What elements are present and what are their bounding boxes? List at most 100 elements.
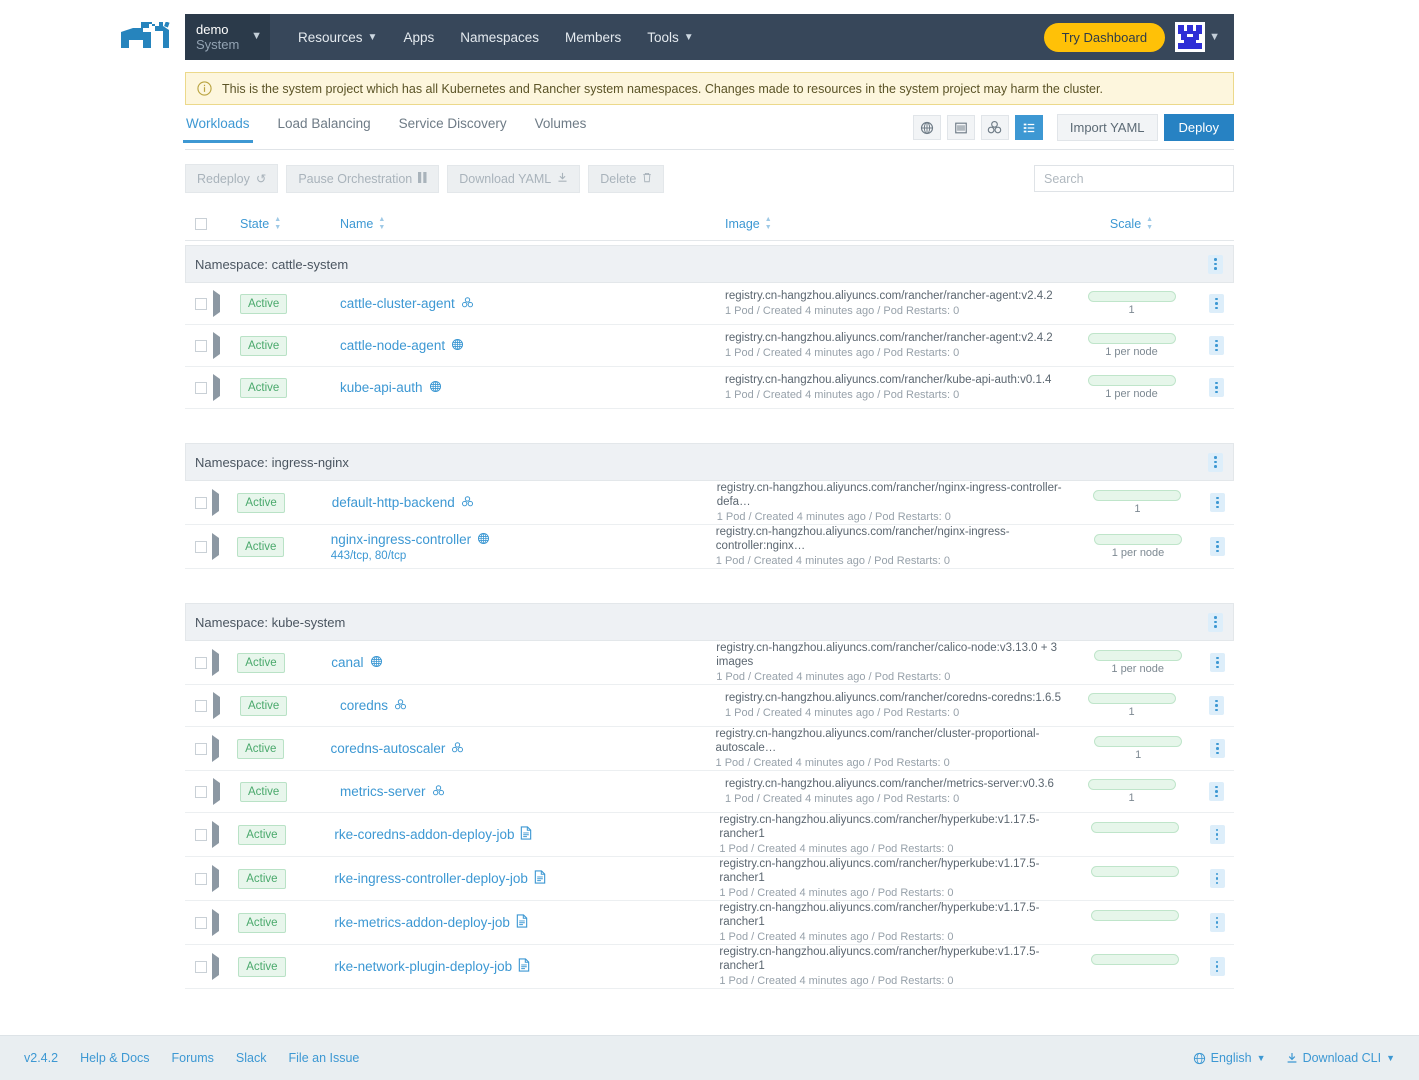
workload-name-link[interactable]: cattle-node-agent (340, 338, 725, 354)
column-header-scale[interactable]: Scale ▲▼ (1064, 216, 1199, 231)
workload-name-link[interactable]: cattle-cluster-agent (340, 296, 725, 312)
workload-name-link[interactable]: nginx-ingress-controller (331, 532, 716, 548)
delete-button[interactable]: Delete (588, 165, 664, 193)
pause-orchestration-button[interactable]: Pause Orchestration (286, 165, 439, 193)
language-selector[interactable]: English ▼ (1193, 1051, 1266, 1065)
table-row[interactable]: Activenginx-ingress-controller443/tcp, 8… (185, 525, 1234, 569)
row-actions-menu-button[interactable] (1210, 653, 1225, 672)
rancher-cow-logo[interactable] (115, 14, 179, 60)
row-actions-menu-button[interactable] (1210, 913, 1225, 932)
workload-name-link[interactable]: rke-coredns-addon-deploy-job (334, 826, 719, 843)
nav-item-namespaces[interactable]: Namespaces (460, 30, 539, 45)
row-actions-menu-button[interactable] (1209, 294, 1224, 313)
table-row[interactable]: Activecanalregistry.cn-hangzhou.aliyuncs… (185, 641, 1234, 685)
expand-row-icon[interactable] (213, 332, 220, 359)
row-actions-menu-button[interactable] (1210, 493, 1225, 512)
server-list-icon[interactable] (947, 115, 975, 140)
select-all-checkbox[interactable] (195, 218, 207, 230)
table-row[interactable]: Activecoredns-autoscalerregistry.cn-hang… (185, 727, 1234, 771)
row-checkbox[interactable] (195, 829, 207, 841)
row-checkbox[interactable] (195, 497, 207, 509)
row-checkbox[interactable] (195, 700, 207, 712)
row-checkbox[interactable] (195, 917, 207, 929)
workload-name-link[interactable]: kube-api-auth (340, 380, 725, 396)
nav-item-tools[interactable]: Tools ▼ (647, 30, 693, 45)
expand-row-icon[interactable] (212, 533, 219, 560)
row-actions-menu-button[interactable] (1210, 825, 1225, 844)
footer-link-slack[interactable]: Slack (236, 1051, 267, 1065)
footer-link-help-and-docs[interactable]: Help & Docs (80, 1051, 149, 1065)
expand-row-icon[interactable] (212, 649, 219, 676)
namespace-group-menu-button[interactable] (1208, 453, 1223, 472)
workload-name-link[interactable]: coredns-autoscaler (331, 741, 716, 757)
grouped-list-icon[interactable] (1015, 115, 1043, 140)
nav-item-resources[interactable]: Resources ▼ (298, 30, 377, 45)
footer-link-forums[interactable]: Forums (172, 1051, 214, 1065)
redeploy-button[interactable]: Redeploy ↺ (185, 164, 278, 193)
expand-row-icon[interactable] (212, 735, 219, 762)
row-actions-menu-button[interactable] (1210, 537, 1225, 556)
column-header-image[interactable]: Image ▲▼ (725, 216, 1064, 231)
column-header-name[interactable]: Name ▲▼ (340, 216, 725, 231)
table-row[interactable]: Activerke-network-plugin-deploy-jobregis… (185, 945, 1234, 989)
table-row[interactable]: Activerke-metrics-addon-deploy-jobregist… (185, 901, 1234, 945)
row-checkbox[interactable] (195, 743, 207, 755)
row-checkbox[interactable] (195, 541, 207, 553)
project-switcher[interactable]: demo System ▼ (185, 14, 270, 60)
workload-name-link[interactable]: rke-network-plugin-deploy-job (334, 958, 719, 975)
nav-item-members[interactable]: Members (565, 30, 621, 45)
row-actions-menu-button[interactable] (1209, 336, 1224, 355)
workload-name-link[interactable]: rke-metrics-addon-deploy-job (334, 914, 719, 931)
search-input[interactable] (1034, 165, 1234, 192)
tab-workloads[interactable]: Workloads (185, 114, 251, 142)
row-actions-menu-button[interactable] (1209, 696, 1224, 715)
workload-group-icon[interactable] (981, 115, 1009, 140)
deploy-button[interactable]: Deploy (1164, 114, 1234, 141)
node-globe-icon[interactable] (913, 115, 941, 140)
table-row[interactable]: Activecattle-cluster-agentregistry.cn-ha… (185, 283, 1234, 325)
expand-row-icon[interactable] (212, 953, 219, 980)
tab-load-balancing[interactable]: Load Balancing (277, 114, 372, 142)
try-dashboard-button[interactable]: Try Dashboard (1044, 23, 1166, 52)
expand-row-icon[interactable] (212, 865, 219, 892)
table-row[interactable]: Activerke-coredns-addon-deploy-jobregist… (185, 813, 1234, 857)
nav-item-apps[interactable]: Apps (403, 30, 434, 45)
table-row[interactable]: Activedefault-http-backendregistry.cn-ha… (185, 481, 1234, 525)
download-cli-button[interactable]: Download CLI ▼ (1286, 1051, 1395, 1065)
row-checkbox[interactable] (195, 298, 207, 310)
workload-name-link[interactable]: coredns (340, 698, 725, 714)
table-row[interactable]: Activekube-api-authregistry.cn-hangzhou.… (185, 367, 1234, 409)
tab-service-discovery[interactable]: Service Discovery (398, 114, 508, 142)
column-header-state[interactable]: State ▲▼ (240, 216, 340, 231)
expand-row-icon[interactable] (213, 778, 220, 805)
expand-row-icon[interactable] (212, 821, 219, 848)
row-actions-menu-button[interactable] (1209, 378, 1224, 397)
user-menu[interactable]: ▼ (1175, 22, 1220, 52)
row-actions-menu-button[interactable] (1209, 782, 1224, 801)
workload-name-link[interactable]: rke-ingress-controller-deploy-job (334, 870, 719, 887)
namespace-group-menu-button[interactable] (1208, 255, 1223, 274)
row-checkbox[interactable] (195, 961, 207, 973)
table-row[interactable]: Activecattle-node-agentregistry.cn-hangz… (185, 325, 1234, 367)
row-checkbox[interactable] (195, 340, 207, 352)
row-checkbox[interactable] (195, 873, 207, 885)
table-row[interactable]: Activemetrics-serverregistry.cn-hangzhou… (185, 771, 1234, 813)
row-checkbox[interactable] (195, 786, 207, 798)
workload-name-link[interactable]: canal (331, 655, 716, 671)
import-yaml-button[interactable]: Import YAML (1057, 114, 1158, 141)
tab-volumes[interactable]: Volumes (534, 114, 588, 142)
namespace-group-menu-button[interactable] (1208, 613, 1223, 632)
row-actions-menu-button[interactable] (1210, 957, 1225, 976)
expand-row-icon[interactable] (212, 909, 219, 936)
row-checkbox[interactable] (195, 657, 207, 669)
row-actions-menu-button[interactable] (1210, 869, 1225, 888)
table-row[interactable]: Activerke-ingress-controller-deploy-jobr… (185, 857, 1234, 901)
expand-row-icon[interactable] (213, 692, 220, 719)
workload-name-link[interactable]: default-http-backend (332, 495, 717, 511)
row-actions-menu-button[interactable] (1210, 739, 1225, 758)
workload-name-link[interactable]: metrics-server (340, 784, 725, 800)
table-row[interactable]: Activecorednsregistry.cn-hangzhou.aliyun… (185, 685, 1234, 727)
footer-link-file-an-issue[interactable]: File an Issue (289, 1051, 360, 1065)
row-checkbox[interactable] (195, 382, 207, 394)
download-yaml-button[interactable]: Download YAML (447, 165, 580, 193)
